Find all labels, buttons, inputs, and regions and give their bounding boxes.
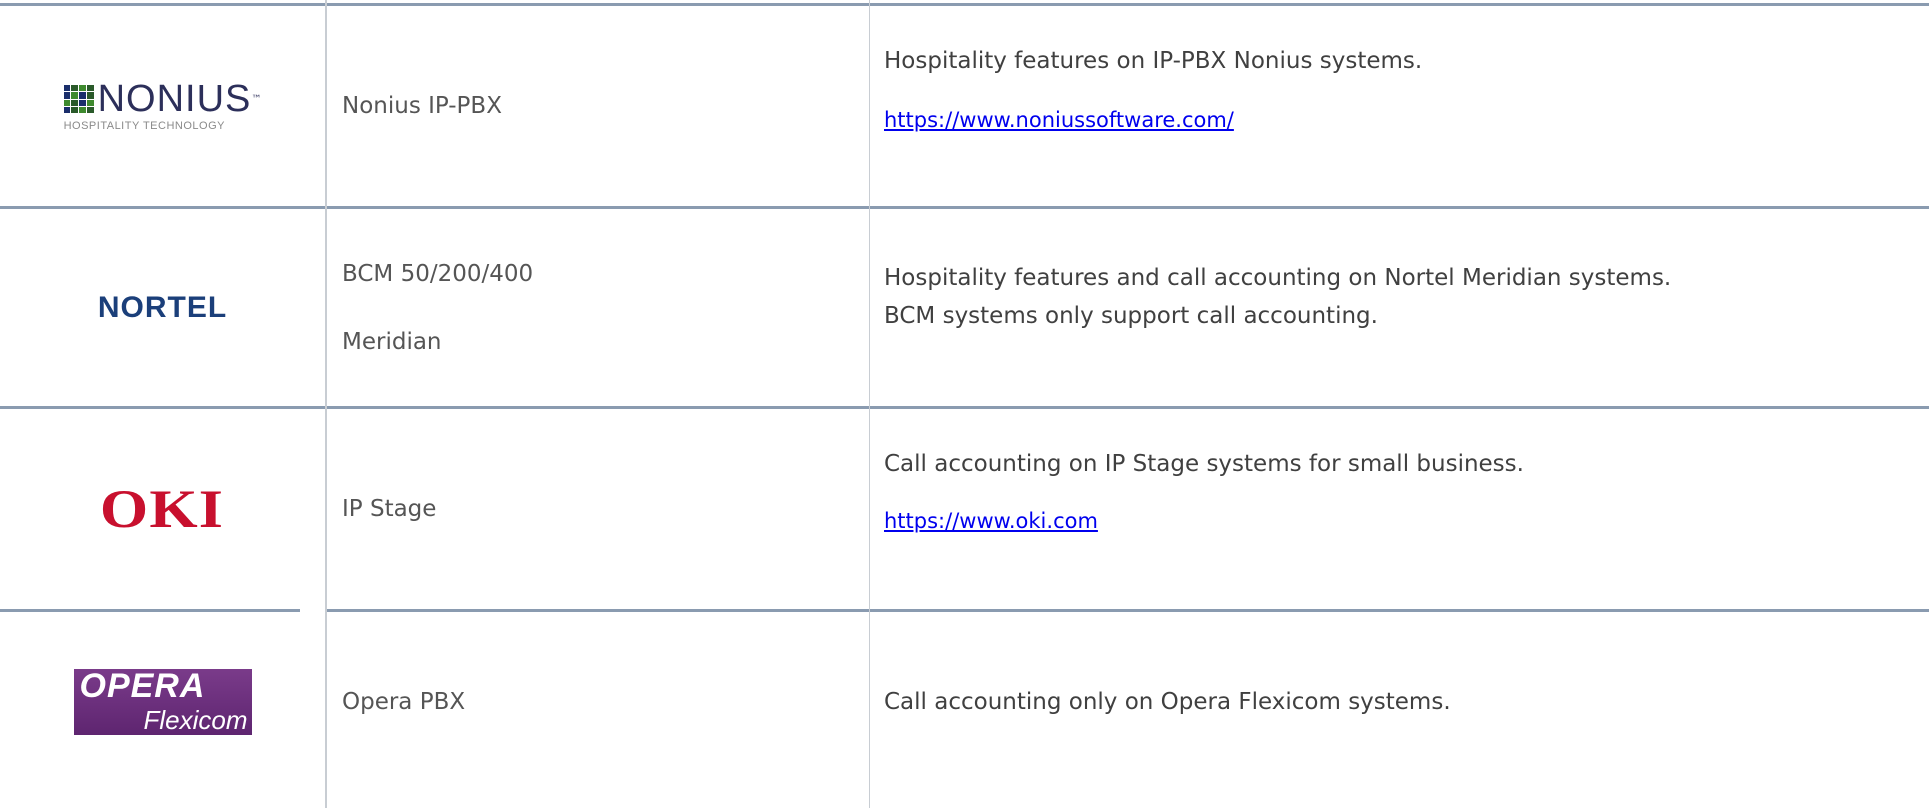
description-cell: Call accounting only on Opera Flexicom s… [869, 612, 1929, 792]
logo-wordmark: NONIUS [97, 78, 252, 120]
nonius-logo: NONIUS ™ HOSPITALITY TECHNOLOGY [63, 78, 262, 132]
product-name: IP Stage [342, 496, 437, 522]
product-name-cell: IP Stage [327, 409, 867, 609]
description-text: Call accounting only on Opera Flexicom s… [884, 689, 1451, 715]
product-name: Meridian [342, 328, 442, 355]
logo-wordmark: Flexicom [143, 705, 248, 735]
vendor-link[interactable]: https://www.oki.com [884, 509, 1098, 533]
table-row: OKI IP Stage Call accounting on IP Stage… [0, 409, 1929, 609]
description-cell: Hospitality features and call accounting… [869, 209, 1929, 406]
opera-flexicom-logo: OPERA Flexicom [73, 669, 252, 735]
logo-cell: OPERA Flexicom [0, 612, 325, 792]
description-text: Hospitality features on IP-PBX Nonius sy… [884, 48, 1423, 74]
description-text: Call accounting on IP Stage systems for … [884, 451, 1524, 477]
logo-cell: OKI [0, 409, 325, 609]
product-name: BCM 50/200/400 [342, 260, 534, 287]
description-cell: Hospitality features on IP-PBX Nonius sy… [869, 6, 1929, 206]
table-row: OPERA Flexicom Opera PBX Call accounting… [0, 612, 1929, 808]
trademark-symbol: ™ [251, 93, 262, 105]
product-name-cell: BCM 50/200/400 Meridian [327, 209, 867, 406]
logo-wordmark: OPERA [79, 669, 206, 705]
logo-cell: NONIUS ™ HOSPITALITY TECHNOLOGY [0, 6, 325, 206]
product-name-cell: Opera PBX [327, 612, 867, 792]
description-cell: Call accounting on IP Stage systems for … [869, 409, 1929, 609]
product-name: Nonius IP-PBX [342, 93, 502, 119]
product-name-cell: Nonius IP-PBX [327, 6, 867, 206]
nonius-mark-icon [63, 85, 94, 113]
description-text: Hospitality features and call accounting… [884, 265, 1672, 291]
table-row: NONIUS ™ HOSPITALITY TECHNOLOGY Nonius I… [0, 6, 1929, 206]
table-row: NORTEL BCM 50/200/400 Meridian Hospitali… [0, 209, 1929, 406]
description-text: BCM systems only support call accounting… [884, 303, 1378, 329]
logo-tagline: HOSPITALITY TECHNOLOGY [63, 120, 225, 132]
nortel-logo: NORTEL [97, 290, 228, 324]
product-name: Opera PBX [342, 689, 466, 715]
logo-cell: NORTEL [0, 209, 325, 406]
vendor-link[interactable]: https://www.noniussoftware.com/ [884, 108, 1234, 132]
pbx-integrations-table: NONIUS ™ HOSPITALITY TECHNOLOGY Nonius I… [0, 0, 1929, 808]
oki-logo: OKI [100, 479, 225, 539]
